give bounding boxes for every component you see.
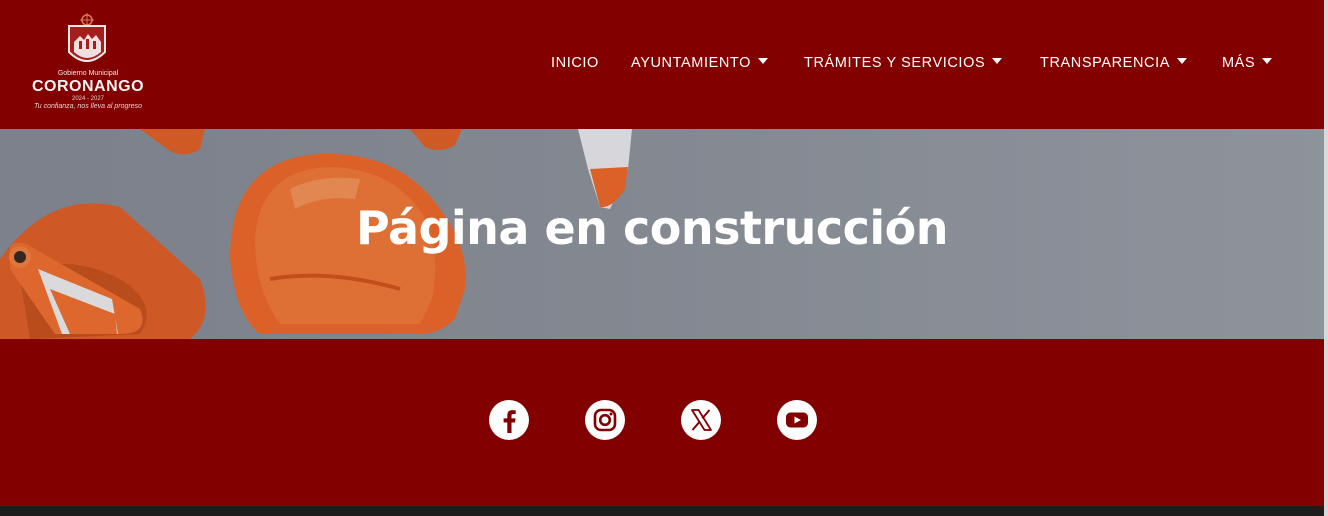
site-footer bbox=[0, 339, 1324, 506]
nav-item-inicio[interactable]: INICIO bbox=[551, 55, 599, 71]
scrollbar-track[interactable] bbox=[1324, 0, 1328, 516]
instagram-link[interactable] bbox=[585, 400, 625, 440]
nav-item-label: AYUNTAMIENTO bbox=[631, 55, 751, 71]
youtube-icon bbox=[786, 412, 808, 428]
logo-slogan: Tu confianza, nos lleva al progreso bbox=[33, 103, 143, 110]
facebook-icon bbox=[503, 410, 516, 433]
hero-banner: Página en construcción bbox=[0, 129, 1324, 339]
bottom-bar bbox=[0, 506, 1324, 516]
nav-item-transparencia[interactable]: TRANSPARENCIA bbox=[1040, 55, 1187, 71]
logo-emblem-icon bbox=[68, 13, 106, 62]
nav-item-mas[interactable]: MÁS bbox=[1222, 55, 1273, 71]
caret-down-icon bbox=[992, 58, 1003, 65]
nav-item-tramites-y-servicios[interactable]: TRÁMITES Y SERVICIOS bbox=[804, 55, 1003, 71]
youtube-link[interactable] bbox=[777, 400, 817, 440]
caret-down-icon bbox=[1177, 58, 1187, 65]
logo-period: 2024 - 2027 bbox=[71, 96, 105, 102]
caret-down-icon bbox=[758, 58, 768, 65]
caret-down-icon bbox=[1262, 58, 1273, 65]
coronango-logo[interactable]: Gobierno Municipal CORONANGO 2024 - 2027… bbox=[30, 12, 146, 112]
page-title: Página en construcción bbox=[355, 201, 949, 255]
nav-item-ayuntamiento[interactable]: AYUNTAMIENTO bbox=[631, 55, 768, 71]
logo-government-label: Gobierno Municipal bbox=[57, 70, 119, 77]
logo-municipality-name: CORONANGO bbox=[31, 78, 145, 95]
site-header: Gobierno Municipal CORONANGO 2024 - 2027… bbox=[0, 0, 1328, 129]
nav-item-label: TRANSPARENCIA bbox=[1040, 55, 1170, 71]
x-link[interactable] bbox=[681, 400, 721, 440]
facebook-link[interactable] bbox=[489, 400, 529, 440]
nav-item-label: INICIO bbox=[551, 55, 599, 71]
instagram-icon bbox=[593, 408, 617, 432]
nav-item-label: TRÁMITES Y SERVICIOS bbox=[804, 55, 986, 71]
nav-item-label: MÁS bbox=[1222, 55, 1256, 71]
x-icon bbox=[691, 409, 712, 431]
